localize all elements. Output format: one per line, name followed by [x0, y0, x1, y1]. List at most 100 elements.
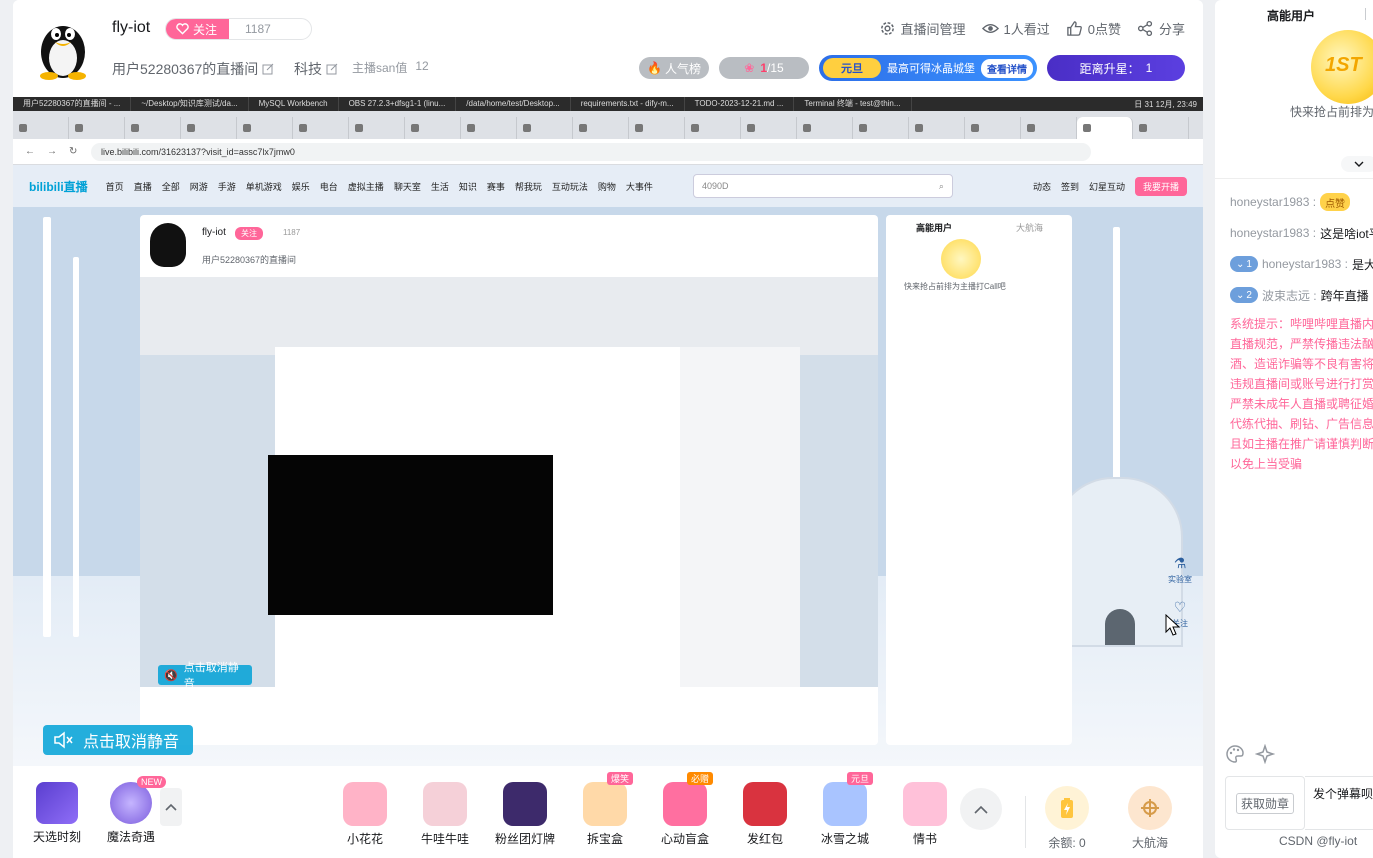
danmaku-user[interactable]: honeystar1983 :: [1262, 257, 1348, 271]
taskbar-item[interactable]: OBS 27.2.3+dfsg1-1 (linu...: [339, 97, 457, 111]
danmaku-user[interactable]: honeystar1983 :: [1230, 195, 1316, 209]
gift-item[interactable]: 元旦 冰雪之城: [811, 772, 879, 847]
taskbar-item[interactable]: Terminal 终端 - test@thin...: [794, 97, 912, 111]
like-button[interactable]: 0点赞: [1066, 19, 1121, 38]
taskbar-item[interactable]: 用户52280367的直播间 - ...: [13, 97, 132, 111]
category-text[interactable]: 科技: [294, 59, 322, 79]
room-manage-button[interactable]: 直播间管理: [879, 19, 966, 38]
browser-tab[interactable]: [13, 117, 69, 139]
task-progress-badge[interactable]: ❀ 1/15: [719, 57, 809, 79]
nav-item[interactable]: 直播: [134, 180, 152, 193]
gift-item[interactable]: 粉丝团灯牌: [491, 782, 559, 847]
browser-tab[interactable]: [181, 117, 237, 139]
browser-tab[interactable]: [741, 117, 797, 139]
browser-tab[interactable]: [965, 117, 1021, 139]
go-live-button[interactable]: 我要开播: [1134, 176, 1187, 196]
nav-item[interactable]: 互动玩法: [552, 180, 588, 193]
browser-tab[interactable]: [685, 117, 741, 139]
get-medal-button[interactable]: 获取勋章: [1225, 776, 1305, 830]
nav-item[interactable]: 赛事: [487, 180, 505, 193]
follow-button[interactable]: 关注: [166, 19, 230, 39]
castle-detail-button[interactable]: 查看详情: [981, 58, 1033, 78]
browser-tab[interactable]: [1133, 117, 1189, 139]
browser-tab[interactable]: [405, 117, 461, 139]
streamer-avatar[interactable]: [35, 16, 91, 80]
share-button[interactable]: 分享: [1137, 19, 1185, 38]
danmaku-item[interactable]: ⌄ 1 honeystar1983 : 是大: [1230, 252, 1373, 276]
more-gifts-button[interactable]: [960, 788, 1002, 830]
danmaku-user[interactable]: 波束志远 :: [1262, 287, 1317, 304]
video-player[interactable]: 用户52280367的直播间 - ... ~/Desktop/知识库测试/da..…: [13, 97, 1203, 766]
nav-item[interactable]: 聊天室: [394, 180, 421, 193]
voyage-button[interactable]: 大航海: [1114, 786, 1186, 851]
recharge-button[interactable]: 余额: 0: [1031, 786, 1103, 851]
lab-tool[interactable]: ⚗ 实验室: [1168, 555, 1192, 585]
expand-rank-button[interactable]: [1341, 156, 1373, 172]
danmaku-item[interactable]: honeystar1983 : 这是啥iot平: [1230, 221, 1373, 245]
search-input[interactable]: 4090D ⌕: [692, 174, 953, 198]
nav-item[interactable]: 生活: [431, 180, 449, 193]
browser-tab[interactable]: [573, 117, 629, 139]
browser-tab[interactable]: [349, 117, 405, 139]
gift-item[interactable]: 发红包: [731, 782, 799, 847]
tab-top-users[interactable]: 高能用户: [1267, 7, 1315, 24]
nav-item[interactable]: 首页: [106, 180, 124, 193]
taskbar-item[interactable]: /data/home/test/Desktop...: [456, 97, 571, 111]
bilibili-logo[interactable]: bilibili直播: [29, 178, 88, 195]
browser-tab[interactable]: [237, 117, 293, 139]
nav-item[interactable]: 手游: [218, 180, 236, 193]
forward-icon[interactable]: →: [47, 146, 57, 157]
browser-tab[interactable]: [629, 117, 685, 139]
magic-adventure-button[interactable]: NEW 魔法奇遇: [102, 776, 166, 845]
nav-item[interactable]: 知识: [459, 180, 477, 193]
popularity-rank-button[interactable]: 🔥 人气榜: [639, 57, 709, 79]
nav-item[interactable]: 电台: [320, 180, 338, 193]
gift-item[interactable]: 牛哇牛哇: [411, 782, 479, 847]
gift-item[interactable]: 爆笑 拆宝盒: [571, 772, 639, 847]
taskbar-item[interactable]: requirements.txt - dify-m...: [571, 97, 685, 111]
gift-item[interactable]: 必赠 心动盲盒: [651, 772, 719, 847]
nav-right-item[interactable]: 动态: [1033, 180, 1051, 193]
browser-tab[interactable]: [461, 117, 517, 139]
nav-item[interactable]: 购物: [598, 180, 616, 193]
danmaku-item[interactable]: ⌄ 2 波束志远 : 跨年直播: [1230, 283, 1373, 307]
edit-icon[interactable]: [326, 63, 338, 75]
nav-right-item[interactable]: 签到: [1061, 180, 1079, 193]
castle-event-banner[interactable]: 元旦 最高可得冰晶城堡 查看详情: [819, 55, 1037, 81]
browser-tab[interactable]: [797, 117, 853, 139]
danmaku-user[interactable]: honeystar1983 :: [1230, 226, 1316, 240]
nav-item[interactable]: 大事件: [626, 180, 653, 193]
edit-icon[interactable]: [262, 63, 274, 75]
streamer-name[interactable]: fly-iot: [112, 19, 150, 37]
browser-tab[interactable]: [125, 117, 181, 139]
reload-icon[interactable]: ↻: [69, 146, 79, 157]
browser-tab[interactable]: [293, 117, 349, 139]
search-icon[interactable]: ⌕: [939, 181, 944, 192]
nav-item[interactable]: 虚拟主播: [348, 180, 384, 193]
nav-item[interactable]: 网游: [190, 180, 208, 193]
nav-item[interactable]: 单机游戏: [246, 180, 282, 193]
browser-tab[interactable]: [69, 117, 125, 139]
danmaku-input[interactable]: 发个弹幕呗: [1305, 776, 1373, 830]
nav-item[interactable]: 帮我玩: [515, 180, 542, 193]
nav-item[interactable]: 娱乐: [292, 180, 310, 193]
upgrade-star-badge[interactable]: 距离升星： 1: [1047, 55, 1185, 81]
lottery-button[interactable]: 天选时刻: [28, 782, 86, 845]
browser-tab[interactable]: [517, 117, 573, 139]
nav-item[interactable]: 全部: [162, 180, 180, 193]
unmute-button[interactable]: 点击取消静音: [43, 725, 193, 755]
gift-item[interactable]: 小花花: [331, 782, 399, 847]
gift-item[interactable]: 情书: [891, 782, 959, 847]
taskbar-item[interactable]: TODO-2023-12-21.md ...: [685, 97, 795, 111]
url-input[interactable]: live.bilibili.com/31623137?visit_id=assc…: [91, 142, 1091, 161]
back-icon[interactable]: ←: [25, 146, 35, 157]
browser-tab[interactable]: [853, 117, 909, 139]
sparkle-icon[interactable]: [1255, 744, 1275, 764]
danmaku-item[interactable]: honeystar1983 : 点赞: [1230, 190, 1373, 214]
palette-icon[interactable]: [1225, 744, 1245, 764]
nav-right-item[interactable]: 幻星互动: [1089, 180, 1125, 193]
browser-tab[interactable]: [1077, 117, 1133, 139]
browser-tab[interactable]: [909, 117, 965, 139]
taskbar-item[interactable]: MySQL Workbench: [249, 97, 339, 111]
browser-tab[interactable]: [1021, 117, 1077, 139]
